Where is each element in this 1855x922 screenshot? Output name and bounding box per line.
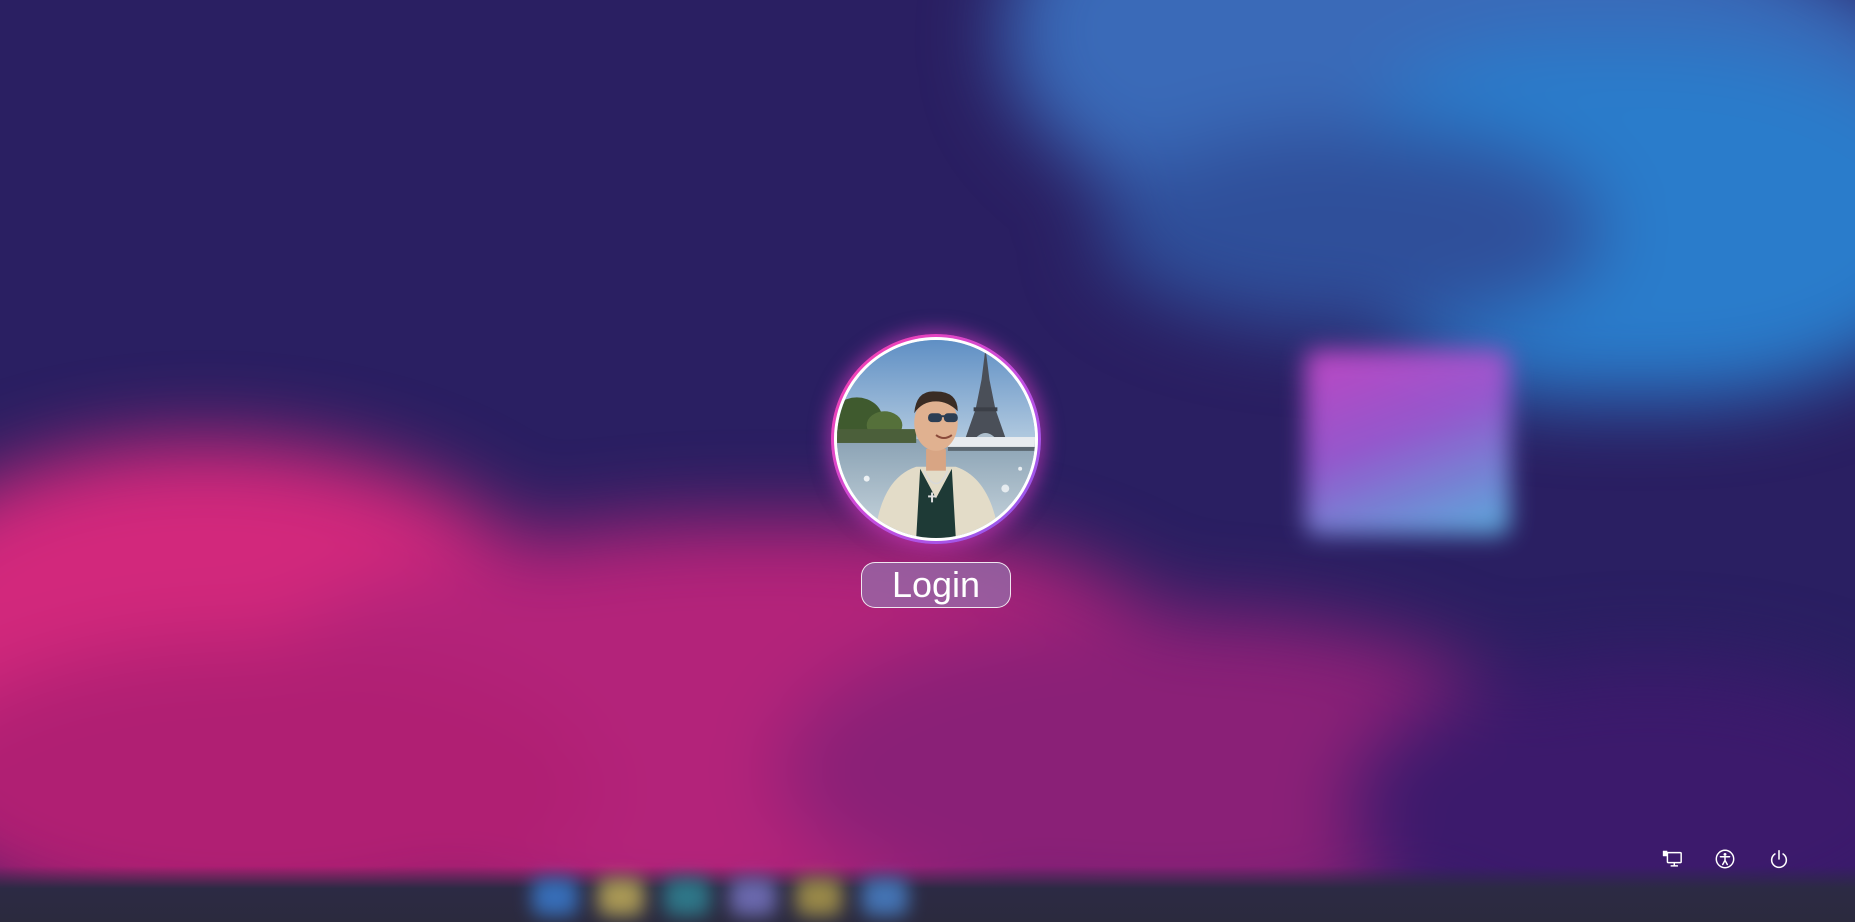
login-button[interactable]: Login <box>861 562 1011 608</box>
power-button[interactable] <box>1766 846 1792 872</box>
avatar-photo <box>837 340 1035 538</box>
avatar-border <box>834 337 1038 541</box>
blurred-dock-icon <box>664 878 710 916</box>
wallpaper-blue-wave <box>1100 130 1600 330</box>
blurred-dock-icon <box>796 878 842 916</box>
network-computer-icon <box>1662 850 1682 867</box>
blurred-dock <box>0 866 1855 922</box>
power-icon <box>1770 849 1788 869</box>
lock-screen: Login <box>0 0 1855 922</box>
network-button[interactable] <box>1659 846 1685 872</box>
blurred-window-tile <box>1305 350 1510 535</box>
blurred-dock-icon <box>730 878 776 916</box>
blurred-dock-icon <box>532 878 578 916</box>
blurred-dock-icon <box>862 878 908 916</box>
user-avatar[interactable] <box>831 334 1041 544</box>
accessibility-button[interactable] <box>1712 846 1738 872</box>
blurred-dock-icon <box>598 878 644 916</box>
accessibility-icon <box>1715 849 1735 869</box>
